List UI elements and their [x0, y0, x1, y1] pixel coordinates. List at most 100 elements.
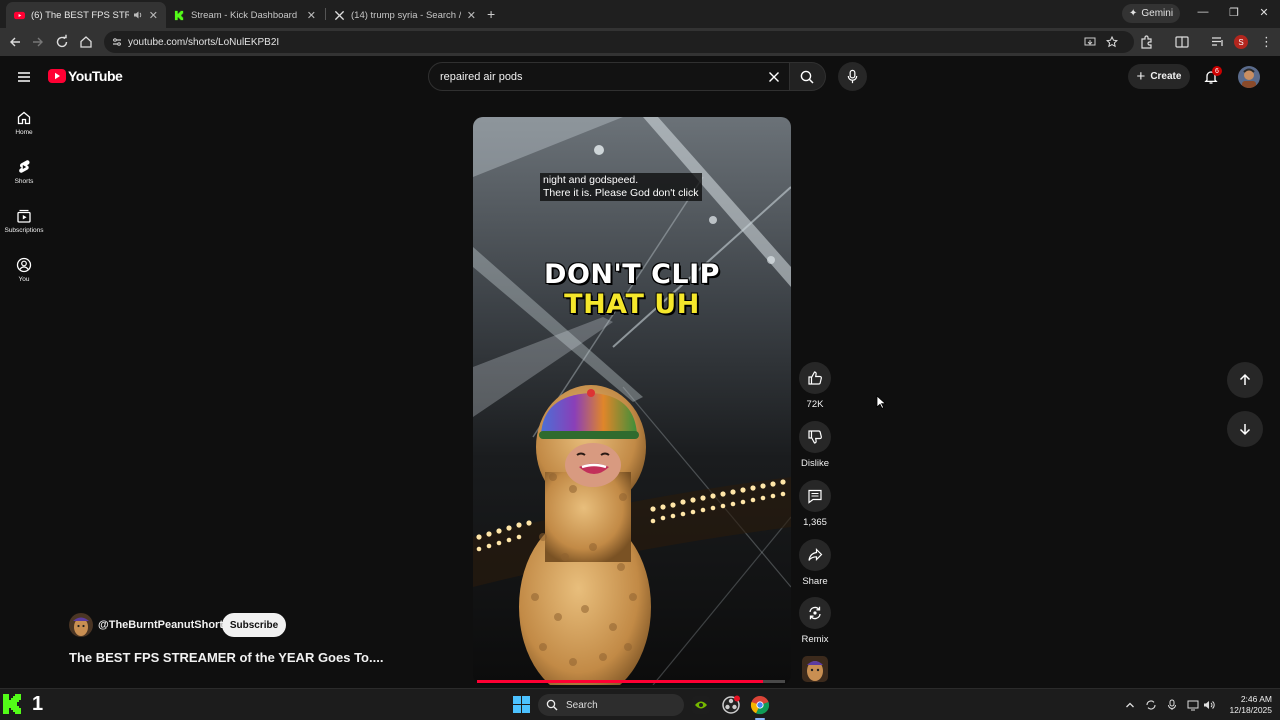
subscribe-button[interactable]: Subscribe [222, 613, 286, 637]
volume-icon[interactable] [1203, 699, 1215, 711]
video-title[interactable]: The BEST FPS STREAMER of the YEAR Goes T… [69, 650, 383, 665]
network-icon[interactable] [1187, 699, 1199, 711]
browser-toolbar: youtube.com/shorts/LoNulEKPB2I S ⋮ [0, 28, 1280, 56]
share-button[interactable]: Share [797, 539, 833, 587]
browser-menu-icon[interactable]: ⋮ [1260, 34, 1273, 50]
browser-profile-avatar[interactable]: S [1234, 35, 1248, 49]
kick-favicon-icon [174, 10, 184, 20]
minimize-icon[interactable]: — [1196, 6, 1210, 18]
search-input[interactable]: repaired air pods [428, 62, 790, 91]
gemini-label: Gemini [1141, 8, 1174, 19]
sync-icon[interactable] [1145, 699, 1157, 711]
bookmark-star-icon[interactable] [1106, 36, 1118, 48]
windows-start-icon[interactable] [513, 696, 530, 713]
install-app-icon[interactable] [1084, 36, 1096, 48]
gemini-button[interactable]: ✦ Gemini [1122, 4, 1181, 23]
site-info-icon[interactable] [111, 36, 123, 48]
sidebar-item-label: You [18, 276, 30, 283]
channel-name[interactable]: @TheBurntPeanutShorts [98, 619, 229, 631]
sidebar-item-you[interactable]: You [2, 251, 46, 295]
gemini-sparkle-icon: ✦ [1129, 8, 1138, 19]
media-control-icon[interactable] [1210, 34, 1226, 50]
sidebar-item-home[interactable]: Home [2, 104, 46, 148]
tab-kick[interactable]: Stream - Kick Dashboard ✕ [166, 2, 324, 28]
restore-icon[interactable]: ❐ [1227, 6, 1241, 19]
clock-date: 12/18/2025 [1229, 705, 1272, 715]
youtube-logo-icon[interactable] [48, 69, 66, 83]
video-progress-fill [477, 680, 764, 683]
create-button[interactable]: + Create [1128, 64, 1190, 89]
youtube-header: YouTube repaired air pods + Create 6 [0, 56, 1280, 98]
reload-icon[interactable] [54, 34, 70, 50]
share-label: Share [802, 576, 828, 587]
taskbar-search-box[interactable]: Search [538, 694, 684, 716]
comments-button[interactable]: 1,365 [797, 480, 833, 528]
microphone-tray-icon[interactable] [1166, 699, 1178, 711]
url-text: youtube.com/shorts/LoNulEKPB2I [128, 36, 280, 48]
subtitle-line-1: night and godspeed. [543, 174, 639, 186]
share-arrow-icon [808, 548, 823, 561]
like-count: 72K [806, 399, 824, 410]
video-progress-bar[interactable] [477, 680, 785, 683]
thumbs-up-icon [808, 371, 822, 385]
x-favicon-icon [334, 10, 345, 20]
previous-short-button[interactable] [1227, 362, 1263, 398]
kick-app-icon[interactable] [2, 693, 24, 715]
speaker-icon[interactable] [133, 10, 143, 20]
channel-avatar[interactable] [69, 613, 93, 637]
address-bar[interactable]: youtube.com/shorts/LoNulEKPB2I [104, 31, 1134, 53]
tab-title: (6) The BEST FPS STREAMER [31, 9, 129, 21]
close-tab-icon[interactable]: ✕ [149, 9, 158, 22]
close-tab-icon[interactable]: ✕ [307, 9, 316, 22]
sidebar-item-shorts[interactable]: Shorts [2, 153, 46, 197]
shorts-icon [19, 160, 30, 173]
system-clock[interactable]: 2:46 AM 12/18/2025 [1218, 694, 1272, 716]
remix-label: Remix [801, 634, 829, 645]
show-hidden-icons-chevron-icon[interactable] [1124, 699, 1136, 711]
chrome-app-icon[interactable] [750, 695, 770, 715]
close-window-icon[interactable]: ✕ [1257, 6, 1271, 19]
sidebar-item-subscriptions[interactable]: Subscriptions [2, 202, 46, 246]
nvidia-app-icon[interactable] [692, 696, 710, 714]
arrow-up-icon [1239, 373, 1251, 385]
account-avatar[interactable] [1238, 66, 1260, 88]
comment-icon [808, 489, 822, 504]
browser-tab-strip: (6) The BEST FPS STREAMER ✕ Stream - Kic… [0, 0, 1280, 28]
home-browser-icon[interactable] [78, 34, 94, 50]
clear-search-icon[interactable] [768, 71, 780, 83]
obs-app-icon[interactable] [721, 695, 741, 715]
dislike-button[interactable]: Dislike [797, 421, 833, 469]
voice-search-button[interactable] [838, 62, 867, 91]
next-short-button[interactable] [1227, 411, 1263, 447]
create-label: Create [1150, 71, 1182, 82]
subscriptions-icon [17, 209, 31, 223]
like-button[interactable]: 72K [797, 362, 833, 410]
remix-button[interactable]: Remix [797, 597, 833, 645]
taskbar-left-label: 1 [32, 693, 44, 715]
close-tab-icon[interactable]: ✕ [467, 9, 476, 22]
split-view-icon[interactable] [1174, 34, 1190, 50]
remix-icon [809, 606, 821, 620]
new-tab-icon[interactable]: + [487, 6, 495, 22]
back-arrow-icon[interactable] [7, 34, 23, 50]
channel-thumbnail[interactable] [802, 656, 828, 682]
sidebar-item-label: Shorts [14, 178, 34, 185]
sidebar-item-label: Home [15, 129, 33, 136]
mouse-cursor-icon [876, 395, 886, 409]
video-subtitles: night and godspeed. There it is. Please … [540, 173, 702, 201]
forward-arrow-icon[interactable] [30, 34, 46, 50]
extensions-icon[interactable] [1139, 34, 1155, 50]
search-icon [546, 699, 558, 711]
search-button[interactable] [790, 62, 826, 91]
youtube-logo-text[interactable]: YouTube [68, 68, 123, 84]
tab-x[interactable]: (14) trump syria - Search / X ✕ [326, 2, 484, 28]
hamburger-menu-icon[interactable] [16, 69, 32, 85]
shorts-video-player[interactable] [473, 117, 791, 685]
search-icon [800, 70, 814, 84]
taskbar-search-placeholder: Search [566, 699, 598, 711]
video-frame [473, 117, 791, 685]
tab-youtube[interactable]: (6) The BEST FPS STREAMER ✕ [6, 2, 166, 28]
search-query: repaired air pods [440, 70, 523, 83]
windows-taskbar: 1 Search 2:46 AM 12/18/2025 [0, 688, 1280, 720]
thumbs-down-icon [808, 430, 822, 444]
